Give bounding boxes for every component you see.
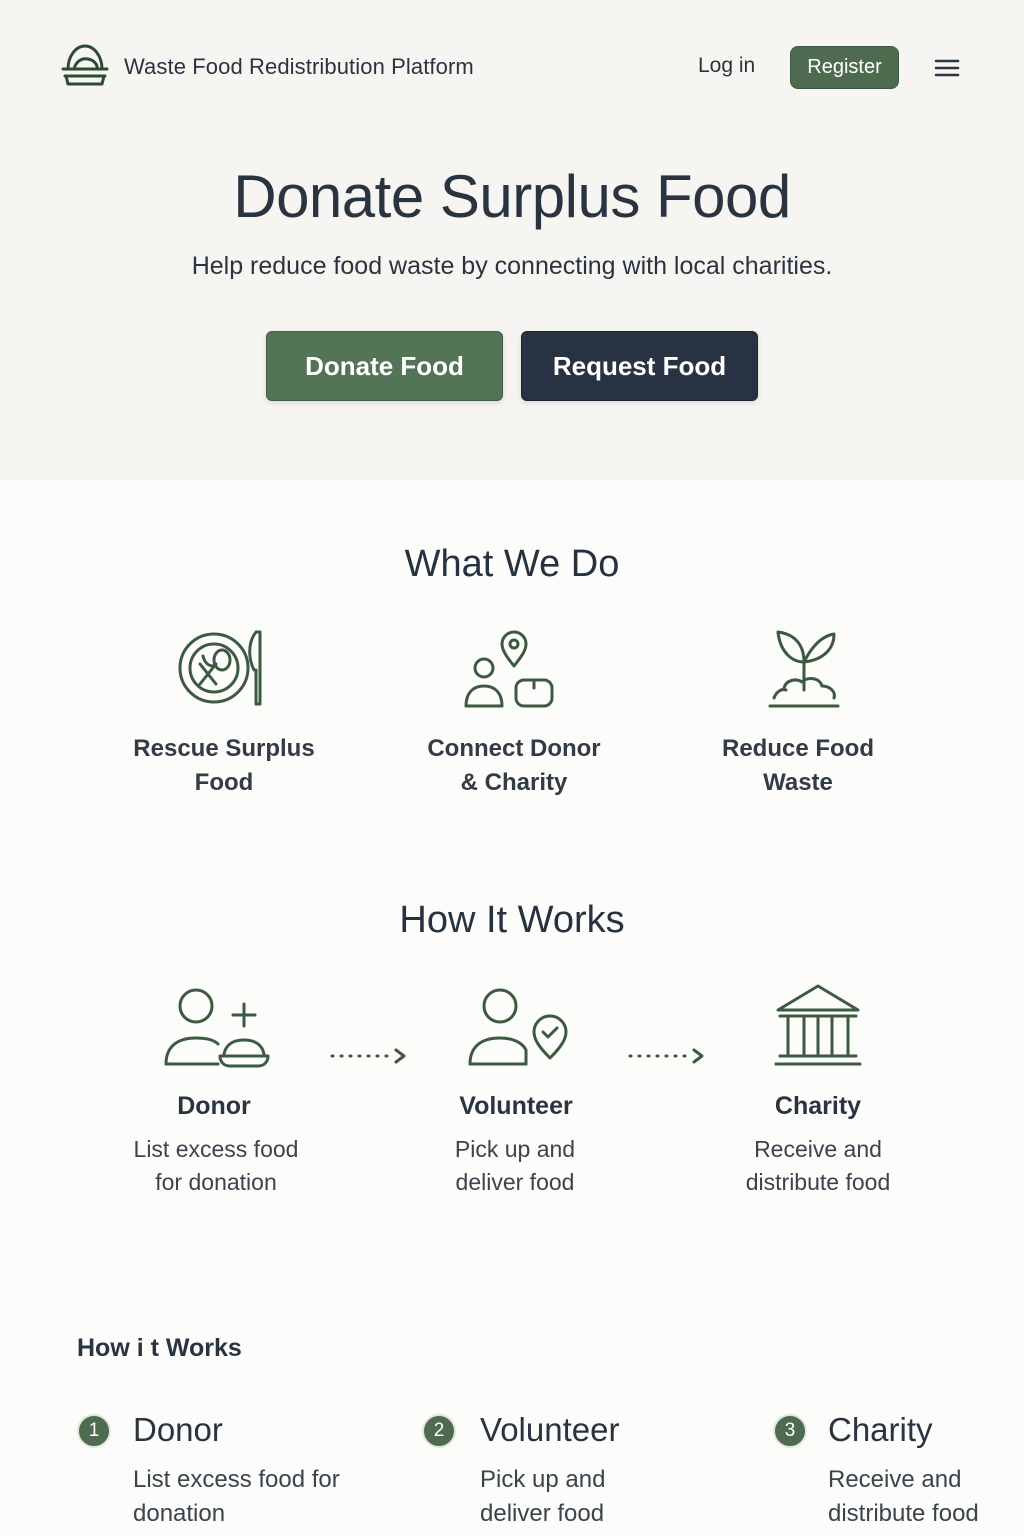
hero-title: Donate Surplus Food — [233, 163, 791, 230]
feature-label-line: Waste — [763, 769, 833, 796]
step-desc-line: Pick up and — [480, 1466, 606, 1493]
step-volunteer-name: Volunteer — [459, 1092, 573, 1120]
step-desc-line: List excess food for — [133, 1466, 340, 1493]
basket-logo-icon[interactable] — [60, 42, 110, 88]
sprout-icon — [768, 630, 840, 708]
step-number-badge: 1 — [77, 1414, 111, 1448]
volunteer-check-icon — [468, 988, 568, 1066]
feature-rescue-surplus-food: Rescue Surplus Food — [104, 732, 344, 800]
what-we-do-title: What We Do — [404, 543, 620, 585]
step-desc-line: Receive and — [754, 1136, 882, 1162]
plate-utensils-icon — [178, 630, 262, 706]
list-step-volunteer-description: Pick up and deliver food — [480, 1463, 710, 1531]
list-step-volunteer-name: Volunteer — [480, 1411, 620, 1448]
step-number-badge: 3 — [773, 1414, 807, 1448]
step-desc-line: List excess food — [133, 1136, 299, 1162]
step-donor-description: List excess food for donation — [96, 1133, 336, 1199]
feature-label-line: Connect Donor — [427, 735, 601, 762]
feature-label-line: Reduce Food — [721, 735, 874, 762]
feature-connect-donor-charity: Connect Donor & Charity — [394, 732, 634, 800]
step-desc-line: for donation — [155, 1169, 277, 1195]
list-step-charity-name: Charity — [828, 1411, 933, 1448]
donate-food-button[interactable]: Donate Food — [266, 331, 503, 401]
step-charity-name: Charity — [774, 1092, 862, 1120]
list-step-donor-description: List excess food for donation — [133, 1463, 363, 1531]
register-button[interactable]: Register — [790, 46, 899, 89]
step-desc-line: distribute food — [828, 1500, 979, 1527]
feature-label-line: Food — [194, 769, 254, 796]
step-desc-line: deliver food — [455, 1169, 575, 1195]
step-desc-line: deliver food — [480, 1500, 605, 1527]
donor-add-icon — [164, 988, 270, 1068]
people-location-icon — [464, 630, 554, 708]
login-link[interactable]: Log in — [698, 54, 755, 78]
request-food-button[interactable]: Request Food — [521, 331, 758, 401]
how-it-works-list-title: How i t Works — [77, 1334, 242, 1362]
step-desc-line: donation — [133, 1500, 226, 1527]
step-donor-name: Donor — [177, 1092, 251, 1120]
site-header: Waste Food Redistribution Platform Log i… — [0, 0, 1024, 136]
step-desc-line: Pick up and — [454, 1136, 576, 1162]
how-it-works-title: How It Works — [399, 899, 625, 941]
charity-building-icon — [774, 984, 862, 1066]
flow-arrow-icon — [628, 1048, 704, 1064]
list-step-donor-name: Donor — [133, 1411, 223, 1448]
hamburger-menu-icon[interactable] — [934, 58, 960, 78]
flow-arrow-icon — [330, 1048, 406, 1064]
step-desc-line: Receive and — [828, 1466, 962, 1493]
step-volunteer-description: Pick up and deliver food — [395, 1133, 635, 1199]
feature-reduce-food-waste: Reduce Food Waste — [678, 732, 918, 800]
list-step-charity-description: Receive and distribute food — [828, 1463, 1018, 1531]
feature-label-line: & Charity — [460, 769, 568, 796]
step-desc-line: distribute food — [745, 1169, 891, 1195]
feature-label-line: Rescue Surplus — [133, 735, 315, 762]
step-charity-description: Receive and distribute food — [698, 1133, 938, 1199]
brand-name[interactable]: Waste Food Redistribution Platform — [124, 54, 474, 80]
step-number-badge: 2 — [422, 1414, 456, 1448]
hero-subtitle: Help reduce food waste by connecting wit… — [191, 252, 833, 280]
